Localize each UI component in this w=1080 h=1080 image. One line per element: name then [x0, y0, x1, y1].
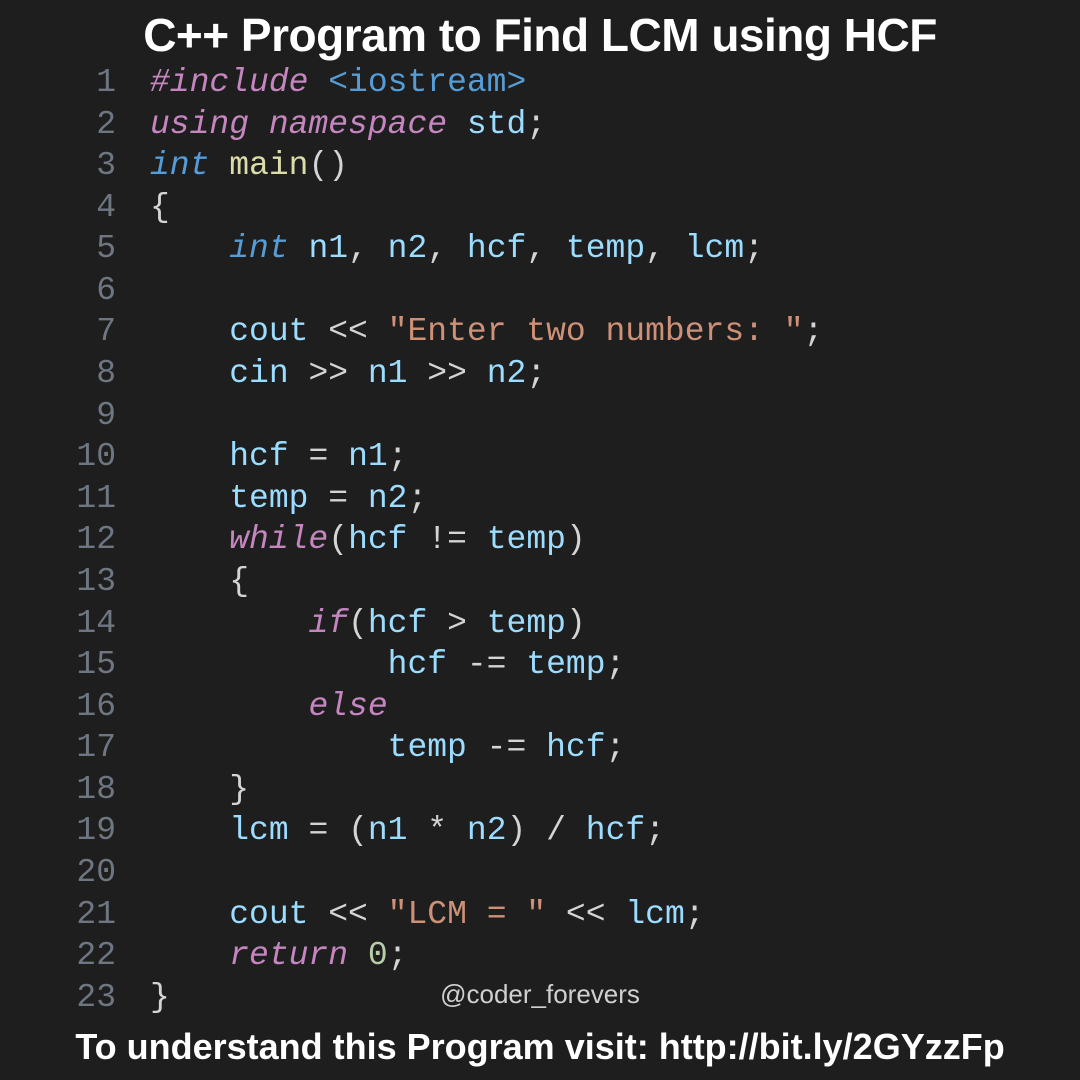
line-number: 9: [40, 395, 150, 437]
code-content: }: [150, 769, 249, 811]
code-line: 11 temp = n2;: [40, 478, 1040, 520]
code-content: [150, 852, 170, 894]
code-line: 10 hcf = n1;: [40, 436, 1040, 478]
code-line: 8 cin >> n1 >> n2;: [40, 353, 1040, 395]
code-line: 1#include <iostream>: [40, 62, 1040, 104]
code-content: cout << "Enter two numbers: ";: [150, 311, 823, 353]
line-number: 6: [40, 270, 150, 312]
code-line: 17 temp -= hcf;: [40, 727, 1040, 769]
line-number: 13: [40, 561, 150, 603]
line-number: 22: [40, 935, 150, 977]
code-content: hcf -= temp;: [150, 644, 625, 686]
code-content: {: [150, 187, 170, 229]
line-number: 11: [40, 478, 150, 520]
code-line: 6: [40, 270, 1040, 312]
code-line: 2using namespace std;: [40, 104, 1040, 146]
code-content: temp = n2;: [150, 478, 427, 520]
code-content: #include <iostream>: [150, 62, 526, 104]
code-line: 12 while(hcf != temp): [40, 519, 1040, 561]
code-line: 5 int n1, n2, hcf, temp, lcm;: [40, 228, 1040, 270]
line-number: 1: [40, 62, 150, 104]
code-line: 4{: [40, 187, 1040, 229]
line-number: 5: [40, 228, 150, 270]
code-line: 22 return 0;: [40, 935, 1040, 977]
page-title: C++ Program to Find LCM using HCF: [0, 0, 1080, 62]
line-number: 15: [40, 644, 150, 686]
line-number: 7: [40, 311, 150, 353]
code-content: while(hcf != temp): [150, 519, 586, 561]
code-content: {: [150, 561, 249, 603]
code-block: 1#include <iostream>2using namespace std…: [0, 62, 1080, 1018]
code-content: else: [150, 686, 388, 728]
code-line: 3int main(): [40, 145, 1040, 187]
code-content: using namespace std;: [150, 104, 546, 146]
code-line: 18 }: [40, 769, 1040, 811]
code-line: 9: [40, 395, 1040, 437]
code-line: 13 {: [40, 561, 1040, 603]
code-line: 15 hcf -= temp;: [40, 644, 1040, 686]
code-content: cout << "LCM = " << lcm;: [150, 894, 705, 936]
line-number: 20: [40, 852, 150, 894]
code-content: if(hcf > temp): [150, 603, 586, 645]
line-number: 19: [40, 810, 150, 852]
line-number: 4: [40, 187, 150, 229]
code-content: int n1, n2, hcf, temp, lcm;: [150, 228, 764, 270]
line-number: 12: [40, 519, 150, 561]
code-content: lcm = (n1 * n2) / hcf;: [150, 810, 665, 852]
line-number: 8: [40, 353, 150, 395]
code-content: temp -= hcf;: [150, 727, 625, 769]
code-line: 20: [40, 852, 1040, 894]
line-number: 10: [40, 436, 150, 478]
code-line: 7 cout << "Enter two numbers: ";: [40, 311, 1040, 353]
code-line: 16 else: [40, 686, 1040, 728]
code-content: cin >> n1 >> n2;: [150, 353, 546, 395]
line-number: 21: [40, 894, 150, 936]
line-number: 14: [40, 603, 150, 645]
line-number: 17: [40, 727, 150, 769]
line-number: 16: [40, 686, 150, 728]
code-line: 21 cout << "LCM = " << lcm;: [40, 894, 1040, 936]
footer-text: To understand this Program visit: http:/…: [0, 1026, 1080, 1068]
code-line: 14 if(hcf > temp): [40, 603, 1040, 645]
code-content: [150, 270, 170, 312]
line-number: 2: [40, 104, 150, 146]
author-handle: @coder_forevers: [0, 979, 1080, 1010]
code-content: [150, 395, 170, 437]
code-content: return 0;: [150, 935, 407, 977]
line-number: 3: [40, 145, 150, 187]
line-number: 18: [40, 769, 150, 811]
code-line: 19 lcm = (n1 * n2) / hcf;: [40, 810, 1040, 852]
code-content: int main(): [150, 145, 348, 187]
code-content: hcf = n1;: [150, 436, 408, 478]
